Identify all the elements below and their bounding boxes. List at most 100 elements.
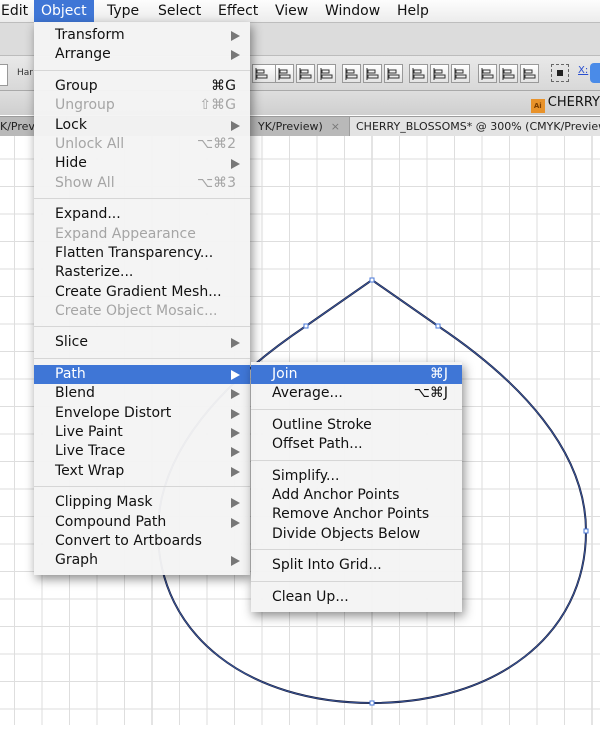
distribute-top-icon[interactable]	[409, 64, 428, 83]
submenu-arrow-icon	[231, 369, 240, 380]
menu-separator	[34, 353, 250, 365]
menu-item-path[interactable]: Path	[34, 364, 250, 385]
menu-item-divide-objects-below[interactable]: Divide Objects Below	[251, 525, 462, 544]
menu-item-label: Slice	[55, 334, 88, 351]
menu-item-create-gradient-mesh[interactable]: Create Gradient Mesh...	[34, 283, 250, 302]
menu-item-create-object-mosaic: Create Object Mosaic...	[34, 302, 250, 321]
tab-label: CHERRY_BLOSSOMS* @ 300% (CMYK/Preview)	[356, 120, 600, 133]
menu-object[interactable]: Object	[34, 0, 94, 22]
anchor-point	[435, 323, 441, 329]
menu-item-shortcut: ⌘G	[211, 77, 236, 94]
menu-view[interactable]: View	[268, 2, 315, 22]
submenu-arrow-icon	[231, 159, 240, 170]
menu-item-flatten-transparency[interactable]: Flatten Transparency...	[34, 244, 250, 263]
menu-bar: Edit Object Type Select Effect View Wind…	[0, 0, 600, 23]
menu-item-slice[interactable]: Slice	[34, 333, 250, 352]
distribute-left-icon[interactable]	[478, 64, 497, 83]
control-field[interactable]	[0, 64, 8, 86]
submenu-arrow-icon	[231, 447, 240, 458]
submenu-arrow-icon	[231, 120, 240, 131]
menu-item-show-all: Show All ⌥⌘3	[34, 174, 250, 193]
illustrator-file-icon: Ai	[530, 99, 545, 113]
menu-item-label: Expand...	[55, 206, 121, 223]
menu-select[interactable]: Select	[151, 2, 208, 22]
menu-item-rasterize[interactable]: Rasterize...	[34, 263, 250, 282]
distribute-horizontal-center-icon[interactable]	[499, 64, 518, 83]
menu-item-label: Flatten Transparency...	[55, 244, 214, 261]
align-horizontal-center-icon[interactable]	[296, 64, 315, 83]
distribute-options-icon[interactable]	[252, 64, 277, 83]
menu-item-shortcut: ⌥⌘J	[413, 385, 448, 402]
menu-item-hide[interactable]: Hide	[34, 154, 250, 173]
anchor-point	[303, 323, 309, 329]
menu-item-offset-path[interactable]: Offset Path...	[251, 435, 462, 454]
menu-item-label: Unlock All	[55, 135, 125, 152]
menu-item-label: Live Trace	[55, 443, 126, 460]
menu-item-simplify[interactable]: Simplify...	[251, 467, 462, 486]
menu-item-ungroup: Ungroup ⇧⌘G	[34, 96, 250, 115]
menu-item-label: Create Object Mosaic...	[55, 303, 218, 320]
menu-item-label: Graph	[55, 552, 98, 569]
menu-item-lock[interactable]: Lock	[34, 116, 250, 135]
menu-item-average[interactable]: Average... ⌥⌘J	[251, 384, 462, 403]
menu-item-label: Envelope Distort	[55, 404, 172, 421]
menu-item-label: Divide Objects Below	[272, 525, 421, 542]
submenu-arrow-icon	[231, 556, 240, 567]
menu-effect[interactable]: Effect	[211, 2, 265, 22]
menu-item-add-anchor-points[interactable]: Add Anchor Points	[251, 486, 462, 505]
menu-item-label: Rasterize...	[55, 264, 134, 281]
menu-help[interactable]: Help	[390, 2, 436, 22]
align-top-icon[interactable]	[342, 64, 361, 83]
menu-item-expand[interactable]: Expand...	[34, 205, 250, 224]
tab-cherry-blossoms[interactable]: CHERRY_BLOSSOMS* @ 300% (CMYK/Preview)	[350, 117, 600, 136]
menu-item-label: Clean Up...	[272, 588, 349, 605]
distribute-vertical-center-icon[interactable]	[430, 64, 449, 83]
menu-item-label: Transform	[55, 27, 125, 43]
tab-label: K/Prev	[0, 120, 35, 133]
x-coordinate-label[interactable]: X:	[578, 65, 588, 76]
menu-item-text-wrap[interactable]: Text Wrap	[34, 462, 250, 481]
menu-item-shortcut: ⇧⌘G	[199, 97, 236, 114]
menu-window[interactable]: Window	[318, 2, 387, 22]
menu-item-envelope-distort[interactable]: Envelope Distort	[34, 404, 250, 423]
menu-item-group[interactable]: Group ⌘G	[34, 77, 250, 96]
menu-edit[interactable]: Edit	[0, 2, 35, 22]
menu-item-blend[interactable]: Blend	[34, 384, 250, 403]
align-bottom-icon[interactable]	[384, 64, 403, 83]
menu-item-live-trace[interactable]: Live Trace	[34, 442, 250, 461]
tab-document-2[interactable]: YK/Preview) ×	[252, 117, 350, 136]
anchor-point	[583, 528, 589, 534]
path-submenu: Join ⌘J Average... ⌥⌘J Outline Stroke Offset …	[251, 362, 462, 612]
menu-item-compound-path[interactable]: Compound Path	[34, 513, 250, 532]
tab-close-icon[interactable]: ×	[331, 120, 340, 133]
menu-item-label: Split Into Grid...	[272, 557, 382, 574]
x-stepper[interactable]	[590, 63, 600, 83]
menu-item-split-into-grid[interactable]: Split Into Grid...	[251, 556, 462, 575]
menu-item-clean-up[interactable]: Clean Up...	[251, 588, 462, 607]
menu-item-live-paint[interactable]: Live Paint	[34, 423, 250, 442]
align-right-icon[interactable]	[317, 64, 336, 83]
menu-item-graph[interactable]: Graph	[34, 551, 250, 570]
align-vertical-center-icon[interactable]	[363, 64, 382, 83]
reference-point-icon[interactable]	[551, 64, 569, 82]
menu-item-shortcut: ⌘J	[429, 366, 448, 382]
distribute-right-icon[interactable]	[520, 64, 539, 83]
menu-item-arrange[interactable]: Arrange	[34, 45, 250, 64]
menu-item-unlock-all: Unlock All ⌥⌘2	[34, 135, 250, 154]
menu-item-clipping-mask[interactable]: Clipping Mask	[34, 493, 250, 512]
tab-label: YK/Preview)	[258, 120, 323, 133]
menu-item-join[interactable]: Join ⌘J	[251, 365, 462, 385]
menu-item-outline-stroke[interactable]: Outline Stroke	[251, 416, 462, 435]
menu-item-transform[interactable]: Transform	[34, 26, 250, 45]
menu-item-convert-to-artboards[interactable]: Convert to Artboards	[34, 532, 250, 551]
submenu-arrow-icon	[231, 517, 240, 528]
distribute-bottom-icon[interactable]	[451, 64, 470, 83]
menu-item-label: Remove Anchor Points	[272, 506, 430, 523]
menu-item-expand-appearance: Expand Appearance	[34, 225, 250, 244]
menu-item-remove-anchor-points[interactable]: Remove Anchor Points	[251, 505, 462, 524]
menu-separator	[34, 321, 250, 333]
menu-item-label: Live Paint	[55, 424, 123, 441]
document-title-text: CHERRY	[547, 95, 600, 110]
menu-type[interactable]: Type	[100, 2, 146, 22]
align-left-icon[interactable]	[275, 64, 294, 83]
